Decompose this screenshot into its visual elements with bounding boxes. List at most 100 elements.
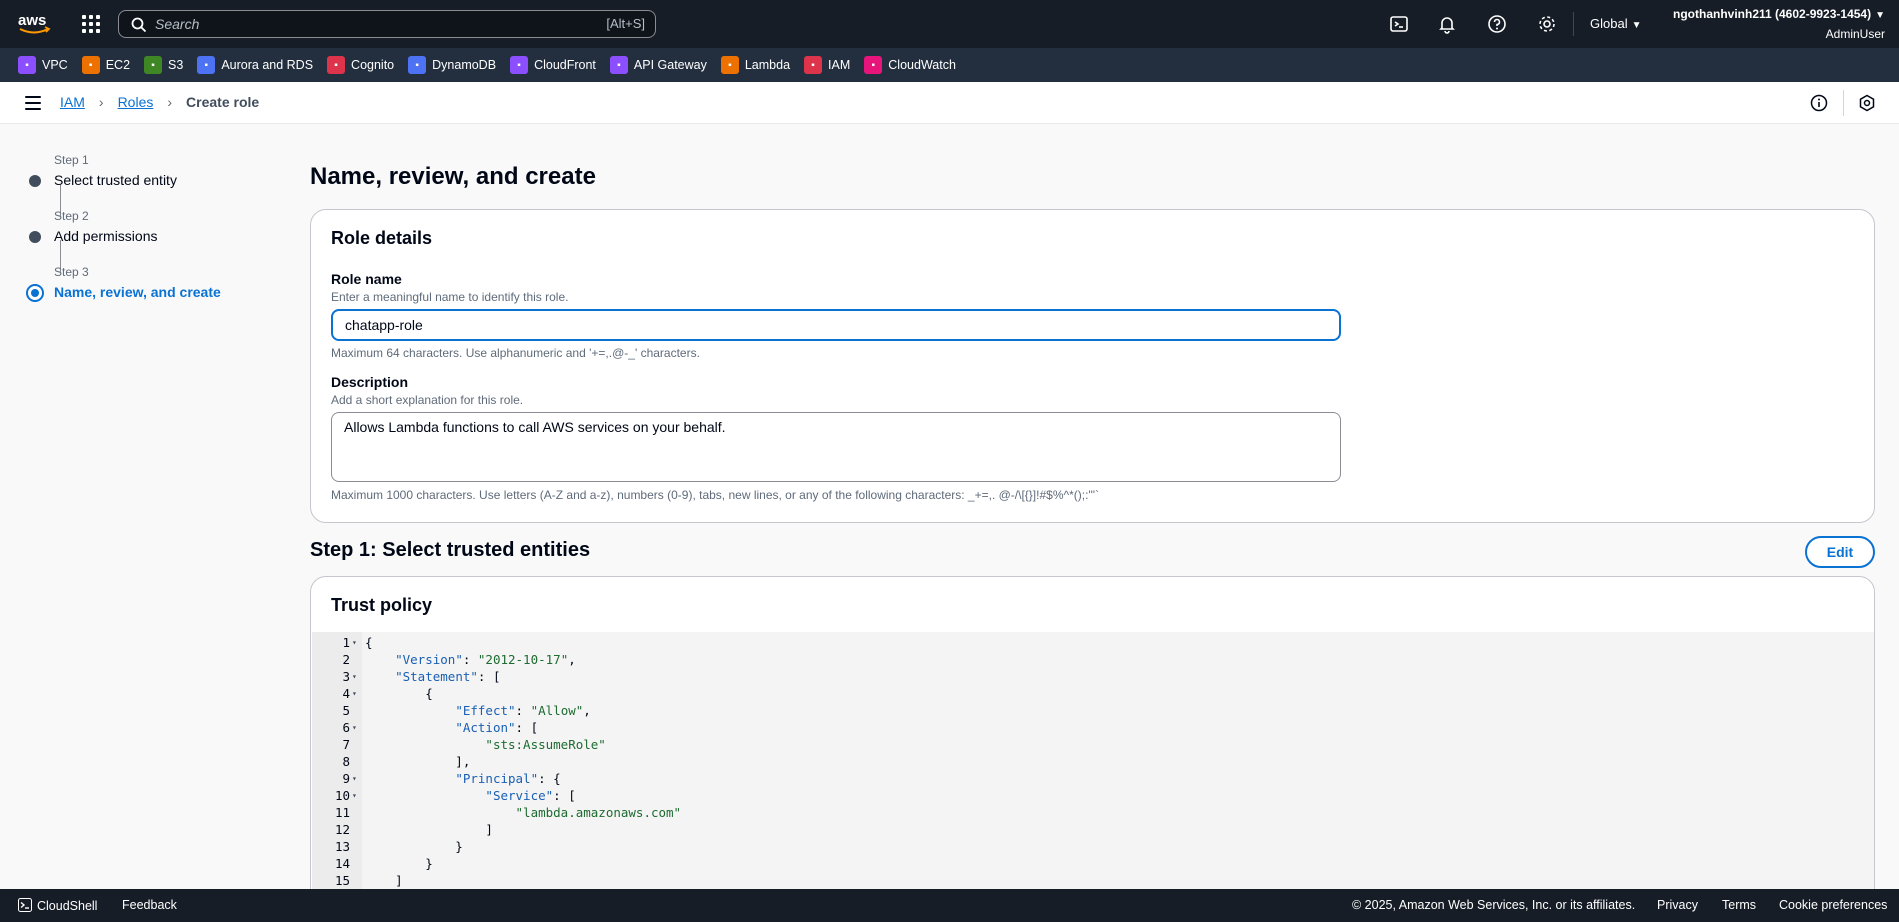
- fold-toggle-icon[interactable]: ▾: [352, 685, 357, 702]
- description-textarea[interactable]: Allows Lambda functions to call AWS serv…: [331, 412, 1341, 482]
- breadcrumb-bar: IAM › Roles › Create role: [0, 82, 1899, 124]
- line-number: 11: [334, 805, 350, 820]
- breadcrumb-iam[interactable]: IAM: [60, 94, 85, 110]
- service-icon: ▪: [327, 56, 346, 74]
- search-shortcut: [Alt+S]: [606, 16, 645, 31]
- cookie-preferences-link[interactable]: Cookie preferences: [1779, 898, 1887, 912]
- code-text: "lambda.amazonaws.com": [515, 805, 682, 820]
- breadcrumb-roles[interactable]: Roles: [118, 94, 154, 110]
- favorite-label: VPC: [42, 58, 68, 72]
- code-line: 13 }: [312, 838, 1812, 855]
- code-text: "Service": [: [485, 788, 576, 803]
- favorite-dynamodb[interactable]: ▪ DynamoDB: [408, 56, 496, 74]
- code-line: 14 }: [312, 855, 1812, 872]
- service-icon: ▪: [510, 56, 529, 74]
- line-number: 1: [342, 635, 350, 650]
- code-line: 5 "Effect": "Allow",: [312, 702, 1812, 719]
- code-line: 9 ▾ "Principal": {: [312, 770, 1812, 787]
- line-number: 12: [334, 822, 350, 837]
- code-text: }: [365, 856, 433, 871]
- region-selector[interactable]: Global ▼: [1590, 16, 1641, 31]
- step-label: Name, review, and create: [54, 284, 221, 300]
- fold-toggle-icon[interactable]: ▾: [352, 719, 357, 736]
- step-label[interactable]: Select trusted entity: [54, 172, 177, 188]
- code-text: {: [365, 686, 433, 701]
- fold-toggle-icon[interactable]: ▾: [352, 668, 357, 685]
- trust-policy-panel: Trust policy 1 ▾{2 "Version": "2012-10-17…: [310, 576, 1875, 906]
- line-number: 9: [342, 771, 350, 786]
- services-menu-icon[interactable]: [82, 15, 100, 33]
- favorite-aurora-and-rds[interactable]: ▪ Aurora and RDS: [197, 56, 313, 74]
- favorite-iam[interactable]: ▪ IAM: [804, 56, 850, 74]
- code-text: "sts:AssumeRole": [485, 737, 606, 752]
- favorite-ec2[interactable]: ▪ EC2: [81, 56, 130, 74]
- account-menu[interactable]: ngothanhvinh211 (4602-9923-1454) ▼ AdminU…: [1673, 5, 1885, 43]
- cloudshell-link[interactable]: CloudShell: [18, 898, 97, 913]
- fold-toggle-icon[interactable]: ▾: [352, 634, 357, 651]
- menu-hamburger-icon[interactable]: [25, 96, 41, 110]
- aws-logo[interactable]: aws: [18, 12, 52, 36]
- region-label: Global: [1590, 16, 1628, 31]
- fold-toggle-icon[interactable]: ▾: [352, 787, 357, 804]
- code-text: }: [365, 839, 463, 854]
- line-number: 14: [334, 856, 350, 871]
- line-number: 8: [342, 754, 350, 769]
- service-icon: ▪: [804, 56, 823, 74]
- role-name-input[interactable]: [331, 309, 1341, 341]
- feedback-link[interactable]: Feedback: [122, 898, 177, 912]
- role-name-constraint: Maximum 64 characters. Use alphanumeric …: [331, 346, 700, 360]
- favorite-vpc[interactable]: ▪ VPC: [18, 56, 68, 74]
- code-text: "Version": "2012-10-17",: [395, 652, 576, 667]
- code-line: 11 "lambda.amazonaws.com": [312, 804, 1812, 821]
- step1-section-title: Step 1: Select trusted entities: [310, 539, 591, 561]
- code-line: 8 ],: [312, 753, 1812, 770]
- service-icon: ▪: [81, 56, 100, 74]
- favorite-label: S3: [168, 58, 184, 72]
- edit-step1-button[interactable]: Edit: [1805, 536, 1875, 568]
- settings-gear-icon[interactable]: [1537, 14, 1557, 34]
- privacy-link[interactable]: Privacy: [1657, 898, 1698, 912]
- favorite-s3[interactable]: ▪ S3: [144, 56, 183, 74]
- step-number: Step 2: [54, 209, 89, 223]
- service-icon: ▪: [864, 56, 883, 74]
- chevron-right-icon: ›: [98, 94, 104, 110]
- help-icon[interactable]: [1487, 14, 1507, 34]
- caret-down-icon: ▼: [1875, 10, 1885, 21]
- trust-policy-code-editor[interactable]: 1 ▾{2 "Version": "2012-10-17", 3 ▾ "Stateme…: [312, 632, 1874, 892]
- step-label[interactable]: Add permissions: [54, 228, 158, 244]
- top-navigation: aws [Alt+S] Global▼ ngothanhvinh211 (460…: [0, 0, 1899, 48]
- favorite-label: CloudFront: [534, 58, 596, 72]
- footer: CloudShell Feedback © 2025, Amazon Web S…: [0, 889, 1899, 922]
- favorite-label: Lambda: [744, 58, 791, 72]
- favorite-cloudwatch[interactable]: ▪ CloudWatch: [864, 56, 956, 74]
- line-number: 10: [334, 788, 350, 803]
- cloudshell-icon: [18, 898, 32, 912]
- line-number: 2: [342, 652, 350, 667]
- aws-logo-text: aws: [18, 12, 46, 29]
- notifications-bell-icon[interactable]: [1437, 14, 1457, 34]
- favorite-lambda[interactable]: ▪ Lambda: [720, 56, 791, 74]
- service-icon: ▪: [609, 56, 628, 74]
- search-bar[interactable]: [Alt+S]: [118, 10, 656, 38]
- service-icon: ▪: [408, 56, 427, 74]
- fold-toggle-icon[interactable]: ▾: [352, 770, 357, 787]
- role-name-description: Enter a meaningful name to identify this…: [331, 290, 569, 304]
- favorite-cognito[interactable]: ▪ Cognito: [327, 56, 394, 74]
- line-number: 6: [342, 720, 350, 735]
- caret-down-icon: ▼: [1631, 20, 1642, 31]
- hexagon-settings-icon[interactable]: [1858, 94, 1876, 112]
- info-icon[interactable]: [1810, 94, 1828, 112]
- favorite-api-gateway[interactable]: ▪ API Gateway: [609, 56, 707, 74]
- step-indicator: [29, 231, 41, 243]
- terms-link[interactable]: Terms: [1722, 898, 1756, 912]
- favorites-bar: ▪ VPC ▪ EC2 ▪ S3 ▪ Aurora and RDS ▪ Cognito ▪ Dynam…: [0, 48, 1899, 82]
- favorite-label: IAM: [828, 58, 851, 72]
- role-details-panel: Role details Role name Enter a meaningfu…: [310, 209, 1875, 523]
- cloudshell-icon[interactable]: [1389, 14, 1409, 34]
- search-input[interactable]: [155, 14, 575, 34]
- favorite-cloudfront[interactable]: ▪ CloudFront: [510, 56, 596, 74]
- service-icon: ▪: [720, 56, 739, 74]
- code-line: 7 "sts:AssumeRole": [312, 736, 1812, 753]
- role-details-title: Role details: [331, 228, 433, 248]
- code-line: 1 ▾ {: [312, 634, 1812, 651]
